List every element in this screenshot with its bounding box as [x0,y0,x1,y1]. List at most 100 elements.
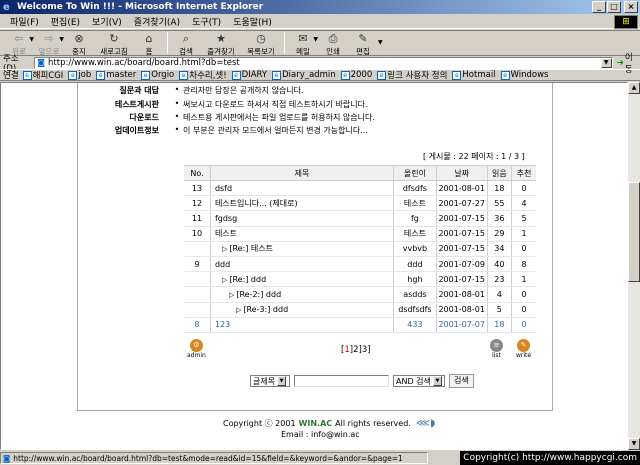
printer-icon: ⎙ [328,32,338,45]
home-button[interactable]: ⌂ 홈 [134,31,164,57]
forward-arrow-icon: ⇨ [44,32,54,45]
row-reads: 55 [486,195,512,212]
search-keyword-input[interactable] [294,375,389,387]
maximize-button[interactable]: □ [607,1,621,13]
table-row[interactable]: ▷ [Re:] ddd hgh 2001-07-15 23 1 [184,271,536,288]
address-dropdown-icon[interactable]: ▼ [600,57,612,68]
reply-arrow-icon: ▷ [235,306,242,315]
close-button[interactable]: × [624,1,638,13]
link-item[interactable]: e Hotmail [452,70,496,80]
edit-button[interactable]: ✎ 편집 [348,31,378,57]
menu-edit[interactable]: 편집(E) [45,15,86,28]
search-button[interactable]: ⌕ 검색 [171,31,201,57]
row-no [184,286,211,303]
row-author: dfsdfs [393,180,437,197]
menu-tools[interactable]: 도구(T) [186,15,227,28]
row-recommend: 1 [511,226,536,242]
menu-view[interactable]: 보기(V) [86,15,128,28]
forward-button[interactable]: ⇨ 앞으로 ▼ [34,31,64,57]
link-item[interactable]: e Orgio [141,70,174,80]
table-row[interactable]: 8 123 433 2001-07-07 18 0 [184,317,536,333]
row-title[interactable]: ▷ [Re:] ddd [209,271,394,288]
search-submit-button[interactable]: 검색 [449,374,474,388]
row-reads: 18 [486,317,512,333]
link-item[interactable]: e 차수리,셋! [179,69,227,81]
row-recommend: 0 [511,286,536,303]
link-item[interactable]: e 링크 사용자 정의 [377,69,447,81]
row-title[interactable]: 123 [209,317,394,333]
row-author: ddd [393,256,437,273]
table-row[interactable]: ▷ [Re-3:] ddd dsdfsdfs 2001-08-01 5 0 [184,302,536,318]
row-no [184,271,211,288]
print-button[interactable]: ⎙ 인쇄 [318,31,348,57]
search-mode-select[interactable]: AND 검색 ▼ [393,375,445,387]
link-item[interactable]: e DIARY [231,70,267,80]
link-item[interactable]: e job [68,70,91,80]
row-title[interactable]: ▷ [Re:] 테스트 [209,241,394,257]
row-title[interactable]: ▷ [Re-3:] ddd [209,302,394,318]
row-no: 13 [184,180,211,197]
link-item[interactable]: e 2000 [340,70,372,80]
scroll-thumb[interactable] [628,182,640,282]
vertical-scrollbar[interactable]: ▲ ▼ [628,82,640,450]
admin-icon: ⚙ [189,339,203,352]
minimize-button[interactable]: _ [592,1,606,13]
row-no: 8 [184,317,211,333]
link-item[interactable]: e 해피CGI [22,69,63,81]
scroll-down-icon[interactable]: ▼ [628,438,640,450]
search-field-select[interactable]: 글제목 ▼ [250,375,290,387]
menu-file[interactable]: 파일(F) [4,15,45,28]
row-reads: 4 [486,286,512,303]
link-item[interactable]: e Windows [500,70,549,80]
window-title: Welcome To Win !!! - Microsoft Internet … [17,2,264,12]
search-form: 글제목 ▼ AND 검색 ▼ 검색 [250,374,474,388]
row-title[interactable]: 테스트입니다... (제대로) [209,195,394,212]
brand-name: WIN.AC [298,419,333,428]
row-title[interactable]: fgdsg [209,210,394,227]
row-author: hgh [393,271,437,288]
edit-dropdown-arrow-icon[interactable]: ▼ [378,39,383,46]
table-row[interactable]: ▷ [Re-2:] ddd asdds 2001-08-01 4 0 [184,286,536,303]
menu-help[interactable]: 도움말(H) [227,15,278,28]
table-row[interactable]: 11 fgdsg fg 2001-07-15 36 5 [184,210,536,227]
page-link[interactable]: 2 [353,345,358,355]
edit-icon: ✎ [358,32,368,45]
board-table: No. 제목 올린이 날짜 읽음 추천 13 dsfd dfsdfs 2001-08-… [184,165,536,333]
favorites-button[interactable]: ★ 즐겨찾기 [201,31,241,57]
row-title[interactable]: ddd [209,256,394,273]
row-recommend: 1 [511,271,536,288]
board-body: 13 dsfd dfsdfs 2001-08-01 18 0 12 테스트입니다... (제대… [184,180,536,333]
page-icon: ◙ [37,58,46,67]
row-title[interactable]: dsfd [209,180,394,197]
table-row[interactable]: 9 ddd ddd 2001-07-09 40 8 [184,256,536,273]
table-row[interactable]: ▷ [Re:] 테스트 vvbvb 2001-07-15 34 0 [184,241,536,257]
table-row[interactable]: 10 테스트 테스트 2001-07-15 29 1 [184,226,536,242]
list-button[interactable]: ≡ list [490,339,503,359]
col-author: 올린이 [393,165,437,181]
row-recommend: 0 [511,180,536,197]
refresh-button[interactable]: ↻ 새로고침 [94,31,134,57]
scroll-up-icon[interactable]: ▲ [628,82,640,94]
admin-button[interactable]: ⚙ admin [187,339,206,359]
write-icon: ✎ [517,339,531,352]
link-item[interactable]: e master [96,70,136,80]
row-title[interactable]: ▷ [Re-2:] ddd [209,286,394,303]
table-row[interactable]: 12 테스트입니다... (제대로) 테스트 2001-07-27 55 4 [184,195,536,212]
link-item[interactable]: e Diary_admin [272,70,336,80]
write-button[interactable]: ✎ write [516,339,531,359]
row-recommend: 5 [511,210,536,227]
row-date: 2001-07-27 [435,195,488,212]
watermark: Copyright(c) http://www.happycgi.com [460,451,640,465]
page-link[interactable]: 3 [362,345,367,355]
table-row[interactable]: 13 dsfd dfsdfs 2001-08-01 18 0 [184,180,536,197]
link-page-icon: e [141,70,151,80]
stop-button[interactable]: ⊗ 중지 [64,31,94,57]
row-title[interactable]: 테스트 [209,226,394,242]
menu-favorites[interactable]: 즐겨찾기(A) [128,15,186,28]
row-date: 2001-07-09 [435,256,488,273]
info-row: 업데이트정보 • 이 부분은 관리자 모드에서 얼마든지 변경 가능합니다... [114,125,368,135]
history-button[interactable]: ◷ 목록보기 [241,31,281,57]
address-input[interactable]: ◙ http://www.win.ac/board/board.html?db=… [34,56,613,69]
row-date: 2001-08-01 [435,286,488,303]
mail-button[interactable]: ✉ 메일 ▼ [288,31,318,57]
